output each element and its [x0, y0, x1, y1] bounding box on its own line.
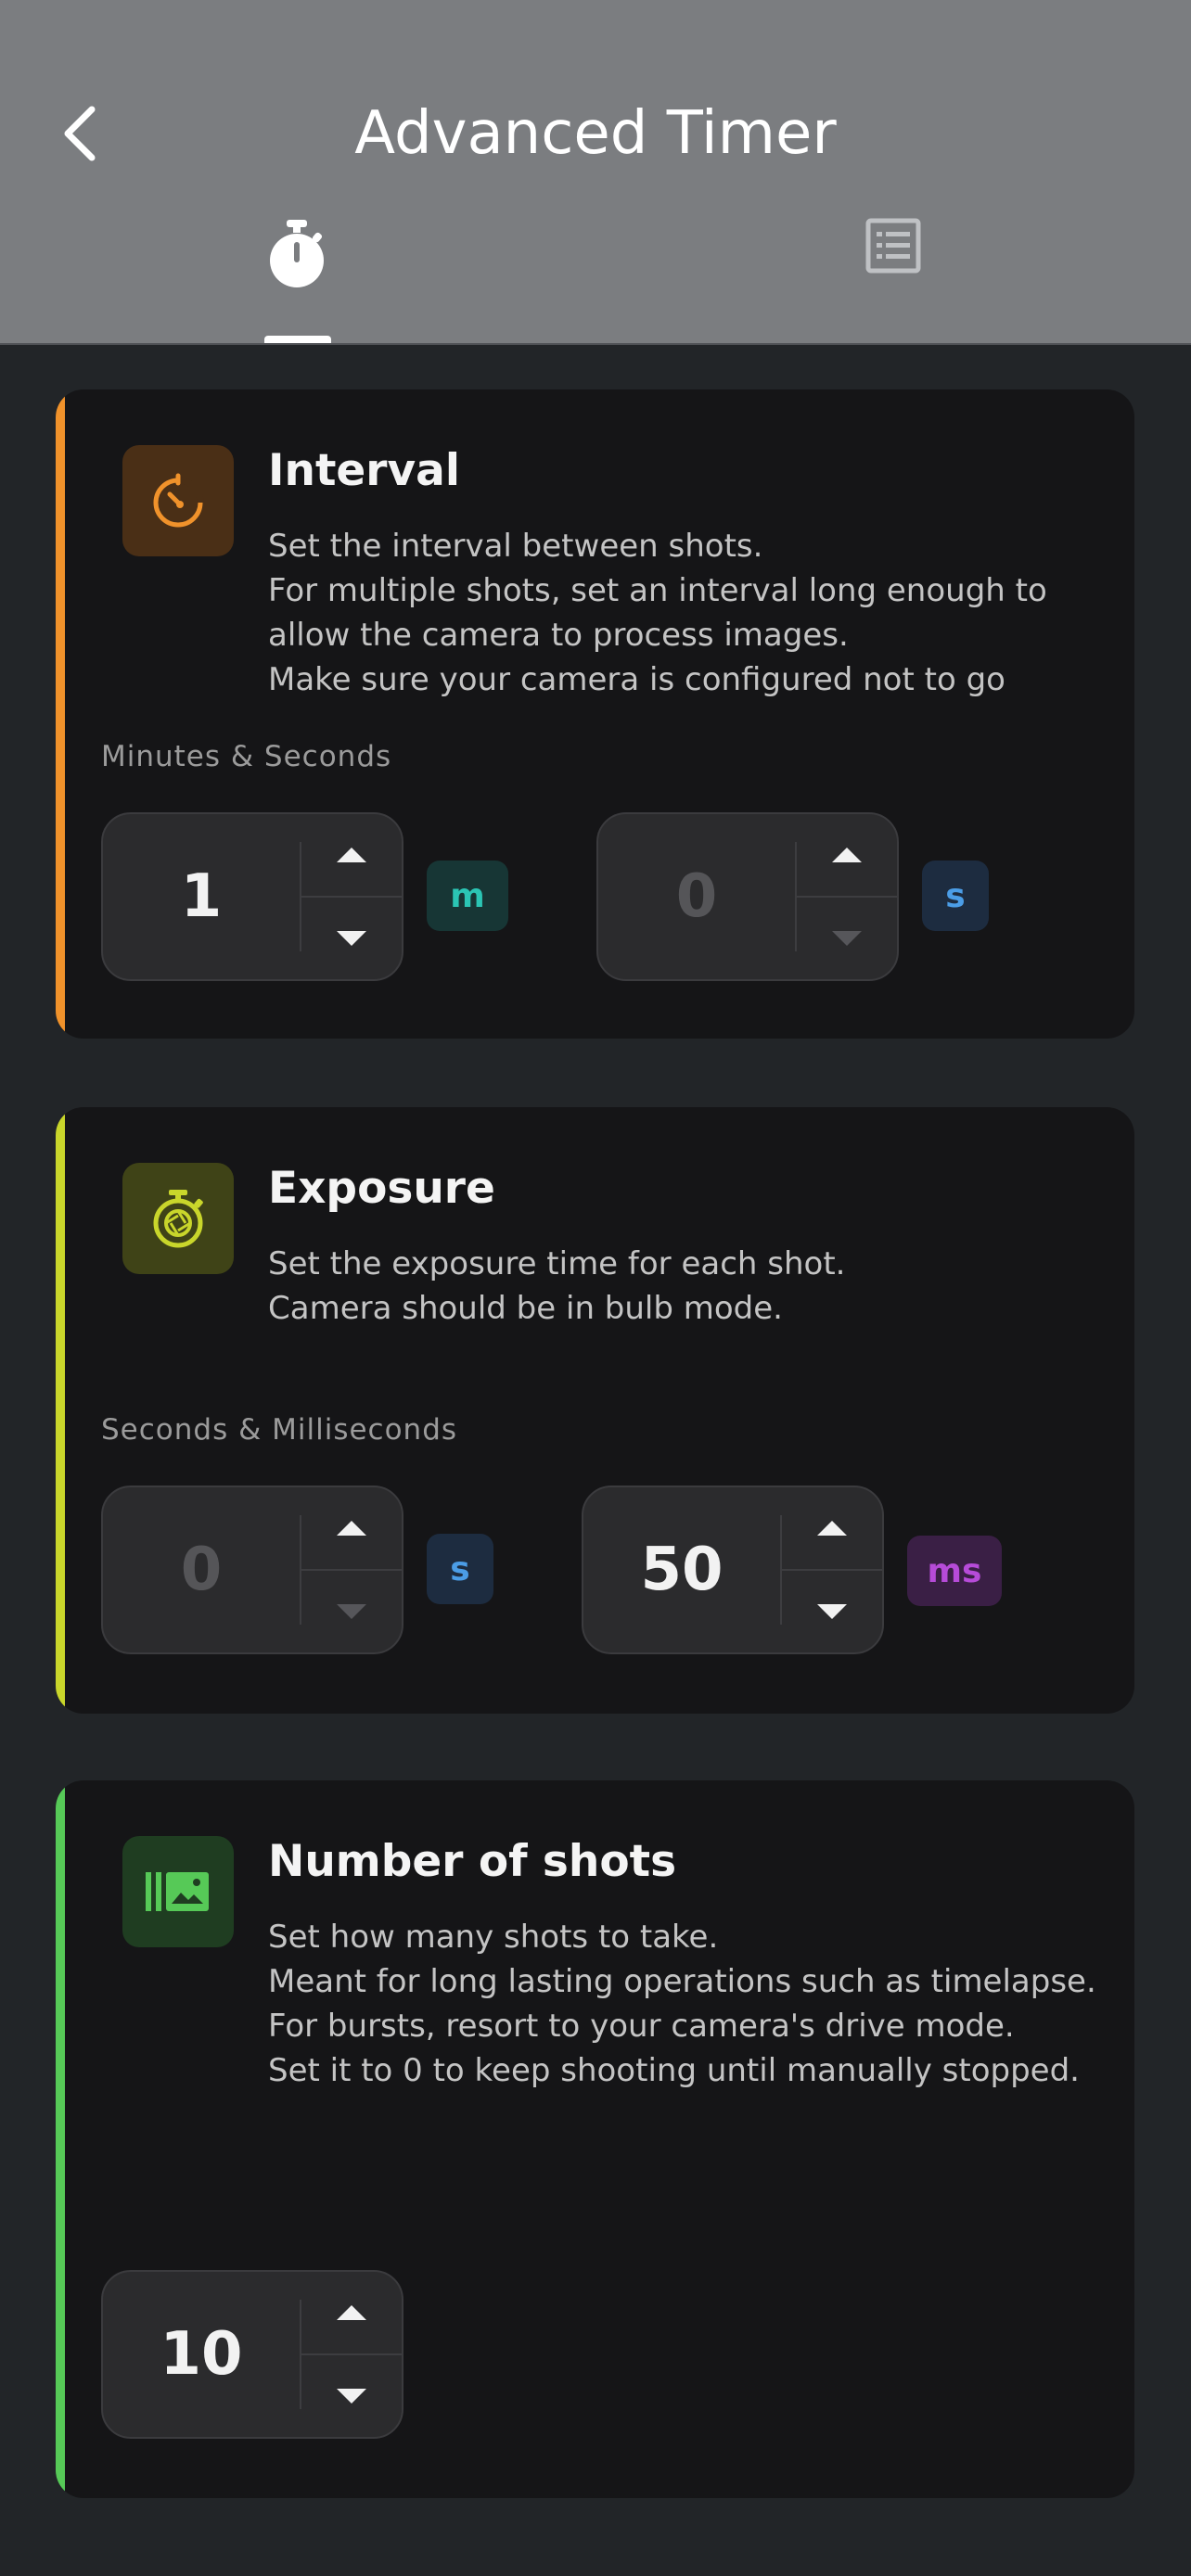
- caret-down-icon: [832, 931, 862, 946]
- active-tab-indicator: [264, 336, 331, 343]
- exposure-seconds-increment-button[interactable]: [301, 1487, 402, 1569]
- caret-up-icon: [337, 1521, 366, 1536]
- caret-up-icon: [832, 848, 862, 862]
- shots-icon-box: [122, 1836, 234, 1947]
- exposure-seconds-unit-badge: s: [427, 1534, 493, 1604]
- exposure-title: Exposure: [268, 1163, 495, 1214]
- minutes-stepper[interactable]: 1: [101, 812, 403, 981]
- seconds-value[interactable]: 0: [598, 814, 795, 979]
- seconds-decrement-button[interactable]: [797, 898, 897, 979]
- minutes-value[interactable]: 1: [103, 814, 300, 979]
- minutes-decrement-button[interactable]: [301, 898, 402, 979]
- caret-down-icon: [337, 1604, 366, 1619]
- milliseconds-increment-button[interactable]: [782, 1487, 882, 1569]
- exposure-icon-box: [122, 1163, 234, 1274]
- caret-down-icon: [337, 931, 366, 946]
- interval-accent: [56, 389, 65, 1039]
- tab-timer[interactable]: [213, 218, 380, 343]
- app-bar: Advanced Timer: [0, 0, 1191, 345]
- interval-title: Interval: [268, 445, 460, 496]
- exposure-accent: [56, 1107, 65, 1714]
- exposure-seconds-stepper[interactable]: 0: [101, 1486, 403, 1654]
- minutes-increment-button[interactable]: [301, 814, 402, 896]
- milliseconds-stepper[interactable]: 50: [582, 1486, 884, 1654]
- burst-photos-icon: [146, 1872, 209, 1911]
- exposure-seconds-decrement-button[interactable]: [301, 1571, 402, 1652]
- milliseconds-decrement-button[interactable]: [782, 1571, 882, 1652]
- stopwatch-icon: [270, 220, 324, 287]
- shots-description: Set how many shots to take. Meant for lo…: [268, 1919, 1096, 2089]
- exposure-description: Set the exposure time for each shot. Cam…: [268, 1245, 846, 1327]
- interval-section-label: Minutes & Seconds: [101, 740, 392, 773]
- interval-card: Interval Set the interval between shots.…: [56, 389, 1134, 1039]
- interval-icon-box: [122, 445, 234, 556]
- aperture-timer-icon: [153, 1190, 203, 1248]
- shots-card: Number of shots Set how many shots to ta…: [56, 1780, 1134, 2498]
- minutes-unit-badge: m: [427, 861, 508, 931]
- tab-list[interactable]: [810, 218, 977, 343]
- caret-up-icon: [337, 848, 366, 862]
- shots-accent: [56, 1780, 65, 2498]
- exposure-section-label: Seconds & Milliseconds: [101, 1413, 458, 1447]
- seconds-stepper[interactable]: 0: [596, 812, 899, 981]
- exposure-card: Exposure Set the exposure time for each …: [56, 1107, 1134, 1714]
- exposure-seconds-value[interactable]: 0: [103, 1487, 300, 1652]
- milliseconds-unit-badge: ms: [907, 1536, 1002, 1606]
- shots-decrement-button[interactable]: [301, 2355, 402, 2437]
- caret-up-icon: [337, 2305, 366, 2320]
- shots-increment-button[interactable]: [301, 2272, 402, 2353]
- caret-down-icon: [817, 1604, 847, 1619]
- shots-stepper[interactable]: 10: [101, 2270, 403, 2439]
- timer-interval-icon: [153, 473, 204, 528]
- caret-down-icon: [337, 2389, 366, 2404]
- seconds-increment-button[interactable]: [797, 814, 897, 896]
- interval-description: Set the interval between shots. For mult…: [268, 528, 1047, 698]
- list-icon: [865, 218, 921, 274]
- shots-value[interactable]: 10: [103, 2272, 300, 2437]
- seconds-unit-badge: s: [922, 861, 989, 931]
- caret-up-icon: [817, 1521, 847, 1536]
- milliseconds-value[interactable]: 50: [583, 1487, 780, 1652]
- page-title: Advanced Timer: [354, 99, 837, 168]
- shots-title: Number of shots: [268, 1836, 677, 1887]
